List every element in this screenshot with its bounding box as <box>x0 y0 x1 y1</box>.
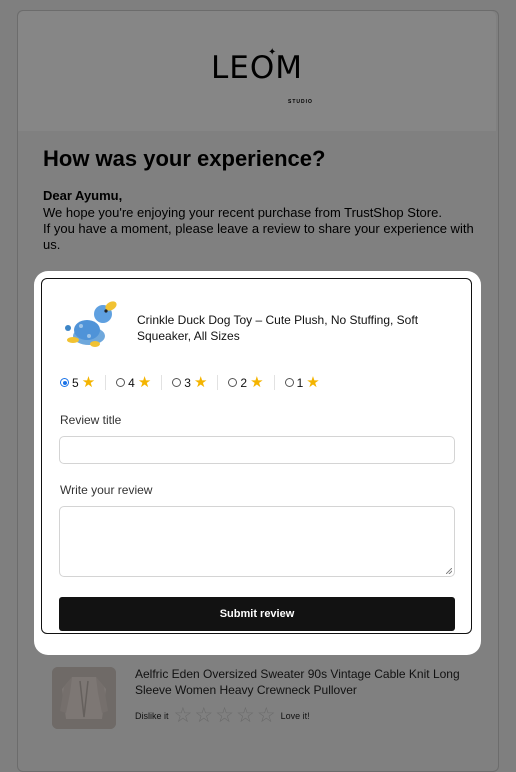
radio-5[interactable] <box>60 378 69 387</box>
intro-text: We hope you're enjoying your recent purc… <box>43 205 475 253</box>
star-icon: ★ <box>81 374 96 391</box>
rating-value: 1 <box>296 375 304 390</box>
star-icon: ★ <box>306 374 320 391</box>
rating-option-1[interactable]: 1 ★ <box>284 374 330 391</box>
review-form: Crinkle Duck Dog Toy – Cute Plush, No St… <box>41 278 472 634</box>
product-image-sweater <box>52 667 116 729</box>
review-title-input[interactable] <box>59 436 455 464</box>
header-band: ✦ LEOM STUDIO <box>18 11 496 131</box>
page-title: How was your experience? <box>43 146 326 171</box>
love-label: Love it! <box>280 710 310 721</box>
radio-3[interactable] <box>172 378 182 387</box>
rating-value: 4 <box>128 375 135 390</box>
rating-option-3[interactable]: 3 ★ <box>172 374 219 391</box>
product-title: Crinkle Duck Dog Toy – Cute Plush, No St… <box>137 313 419 343</box>
next-product-title: Aelfric Eden Oversized Sweater 90s Vinta… <box>135 667 460 697</box>
review-body-textarea[interactable] <box>59 506 455 577</box>
product-image-duck-toy <box>65 301 117 347</box>
rating-option-2[interactable]: 2 ★ <box>228 374 275 391</box>
logo-subtitle: STUDIO <box>288 99 313 105</box>
rating-value: 3 <box>184 375 191 390</box>
rating-value: 5 <box>72 375 79 390</box>
intro-line: We hope you're enjoying your recent purc… <box>43 205 442 220</box>
review-body-label: Write your review <box>60 483 153 497</box>
radio-2[interactable] <box>228 378 238 387</box>
dislike-label: Dislike it <box>135 710 169 721</box>
greeting: Dear Ayumu, <box>43 188 123 203</box>
radio-4[interactable] <box>116 378 126 387</box>
star-icon: ★ <box>193 374 208 391</box>
intro-line: If you have a moment, please leave a rev… <box>43 221 474 252</box>
review-focus-panel: Crinkle Duck Dog Toy – Cute Plush, No St… <box>34 271 481 655</box>
star-outline-icon[interactable]: ☆ <box>215 705 234 726</box>
review-title-label: Review title <box>60 413 122 427</box>
rating-value: 2 <box>240 375 248 390</box>
star-icon: ★ <box>250 374 264 391</box>
sparkle-icon: ✦ <box>268 47 277 58</box>
resize-handle-icon[interactable] <box>446 568 452 574</box>
rating-option-4[interactable]: 4 ★ <box>116 374 163 391</box>
rating-scale: Dislike it ☆ ☆ ☆ ☆ ☆ Love it! <box>135 705 310 726</box>
star-outline-icon[interactable]: ☆ <box>194 705 213 726</box>
rating-options: 5 ★ 4 ★ 3 ★ 2 ★ 1 ★ <box>60 375 340 390</box>
star-outline-icon[interactable]: ☆ <box>236 705 255 726</box>
submit-review-button[interactable]: Submit review <box>59 597 455 631</box>
sweater-icon <box>52 667 116 729</box>
logo-wordmark: LEOM <box>210 50 303 86</box>
star-outline-icon[interactable]: ☆ <box>174 705 193 726</box>
brand-logo: ✦ LEOM STUDIO <box>18 47 496 105</box>
star-outline-icon[interactable]: ☆ <box>257 705 276 726</box>
radio-1[interactable] <box>284 378 294 387</box>
star-icon: ★ <box>137 374 152 391</box>
rating-option-5[interactable]: 5 ★ <box>60 374 107 391</box>
